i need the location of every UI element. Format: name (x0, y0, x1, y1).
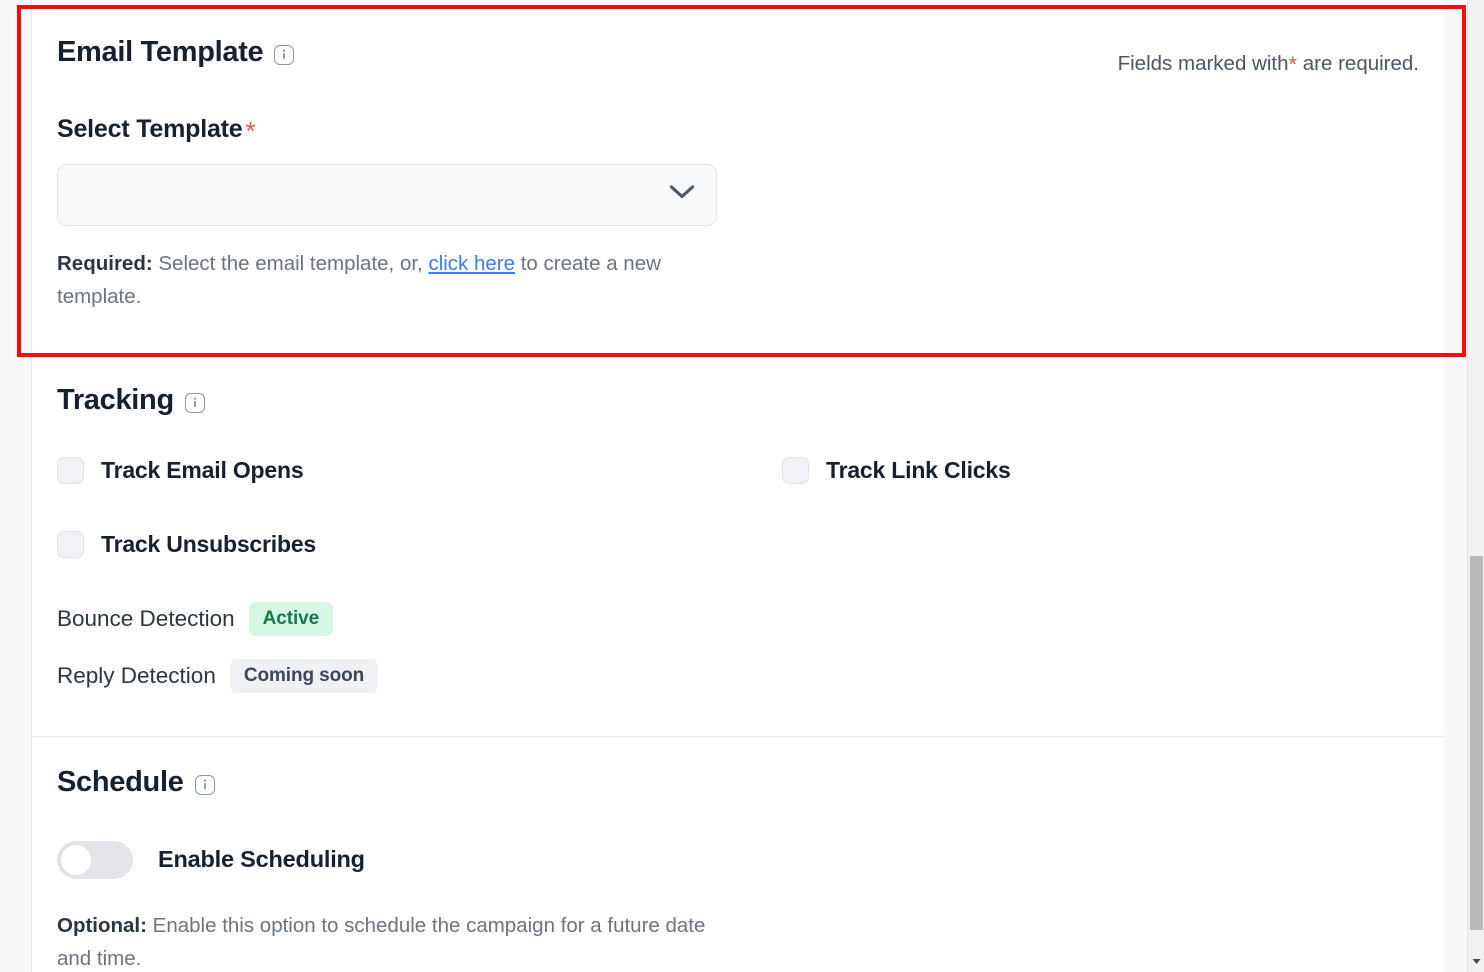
right-gutter (1444, 0, 1467, 972)
schedule-title: Schedule (57, 766, 184, 798)
required-fields-note: Fields marked with* are required. (1117, 50, 1419, 77)
schedule-help-strong: Optional: (57, 913, 147, 937)
campaign-settings-card: Email Template Fields marked with* are r… (31, 0, 1444, 972)
bounce-detection-row: Bounce Detection Active (57, 601, 1419, 636)
tracking-row-1: Track Email Opens Track Link Clicks (57, 456, 1419, 484)
checkbox-box[interactable] (57, 530, 84, 558)
required-note-prefix: Fields marked with (1117, 52, 1289, 75)
caret-down-icon[interactable] (1468, 953, 1484, 970)
checkbox-label: Track Link Clicks (826, 456, 1011, 483)
status-badge: Active (248, 601, 334, 636)
checkbox-label: Track Email Opens (101, 456, 304, 483)
checkbox-box[interactable] (782, 456, 809, 484)
required-note-asterisk: * (1288, 52, 1298, 77)
select-template-dropdown[interactable] (57, 163, 717, 226)
email-template-section: Email Template Fields marked with* are r… (32, 0, 1444, 355)
info-icon[interactable] (194, 774, 215, 795)
schedule-help-body: Enable this option to schedule the campa… (57, 913, 706, 971)
checkbox-track-link-clicks[interactable]: Track Link Clicks (782, 456, 1011, 484)
reply-detection-row: Reply Detection Coming soon (57, 658, 1419, 693)
tracking-header: Tracking (57, 384, 1419, 417)
page-title: Email Template (57, 36, 264, 68)
tracking-options-grid: Track Email Opens Track Link Clicks Trac… (57, 456, 1419, 558)
schedule-header: Schedule (57, 766, 1419, 799)
toggle-label: Enable Scheduling (158, 846, 365, 873)
info-icon[interactable] (274, 44, 295, 65)
select-template-help-text: Required: Select the email template, or,… (57, 247, 725, 313)
checkbox-box[interactable] (57, 456, 84, 484)
left-gutter (0, 0, 31, 972)
reply-detection-label: Reply Detection (57, 662, 216, 688)
chevron-down-icon[interactable] (669, 184, 695, 205)
checkbox-track-email-opens[interactable]: Track Email Opens (57, 456, 304, 484)
tracking-section: Tracking Track Email Opens Track Link Cl… (32, 356, 1444, 735)
info-icon[interactable] (184, 392, 205, 413)
toggle-knob[interactable] (60, 843, 92, 876)
bounce-detection-label: Bounce Detection (57, 605, 235, 631)
enable-scheduling-toggle[interactable]: Enable Scheduling (57, 840, 1419, 879)
scrollbar[interactable] (1467, 0, 1484, 972)
tracking-row-2: Track Unsubscribes (57, 530, 1419, 558)
scrollbar-thumb[interactable] (1470, 556, 1483, 930)
select-template-label-text: Select Template (57, 114, 243, 143)
checkbox-track-unsubscribes[interactable]: Track Unsubscribes (57, 530, 317, 558)
help-text-strong: Required: (57, 251, 153, 275)
schedule-help-text: Optional: Enable this option to schedule… (57, 909, 729, 972)
required-note-suffix: are required. (1302, 52, 1419, 75)
status-badge: Coming soon (229, 658, 379, 693)
tracking-title: Tracking (57, 384, 174, 416)
schedule-section: Schedule Enable Scheduling Optional: Ena… (32, 736, 1444, 972)
select-template-required-asterisk: * (245, 115, 256, 146)
select-template-label: Select Template * (57, 113, 1419, 146)
help-text-before-link: Select the email template, or, (152, 251, 429, 275)
toggle-track[interactable] (57, 840, 133, 879)
create-template-link[interactable]: click here (428, 252, 515, 275)
page-root: Email Template Fields marked with* are r… (0, 0, 1484, 972)
checkbox-label: Track Unsubscribes (101, 530, 317, 557)
